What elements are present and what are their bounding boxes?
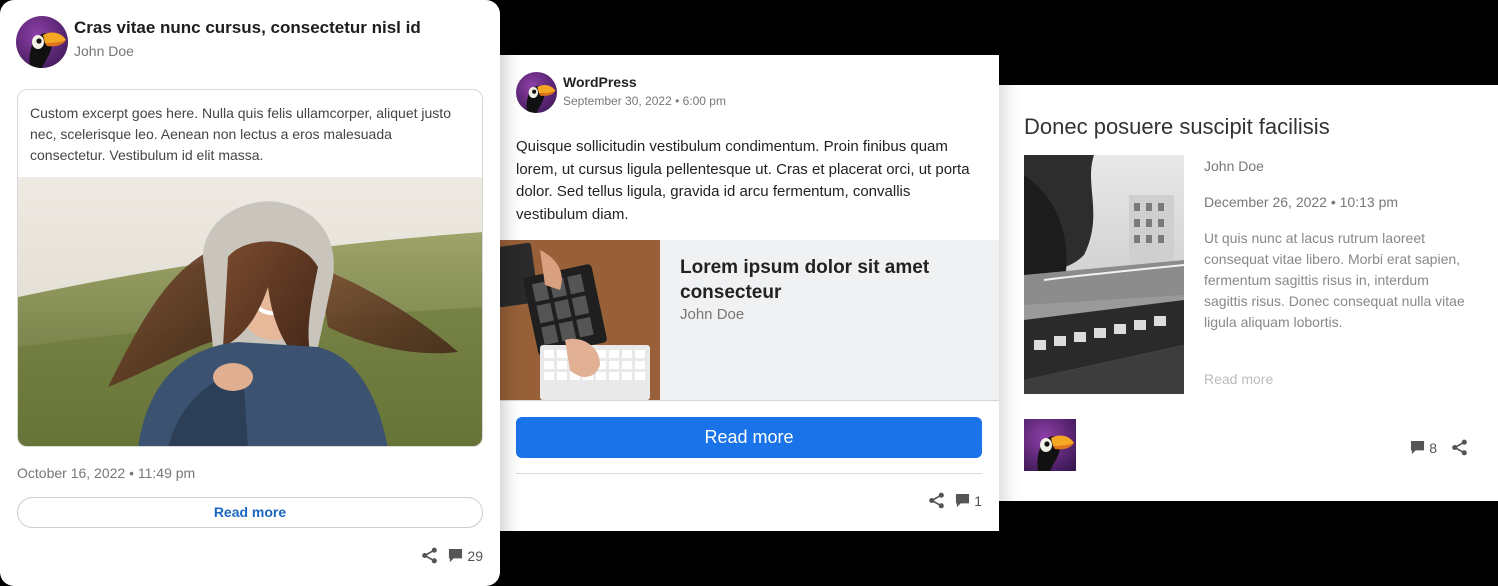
comment-icon: [955, 493, 970, 508]
post-content-box: Custom excerpt goes here. Nulla quis fel…: [17, 89, 483, 447]
embed-image: [500, 240, 660, 400]
divider: [516, 473, 982, 474]
post-date: September 30, 2022 • 6:00 pm: [563, 94, 726, 108]
toucan-avatar[interactable]: [516, 72, 557, 113]
read-more-button[interactable]: Read more: [516, 417, 982, 458]
post-title[interactable]: Cras vitae nunc cursus, consectetur nisl…: [74, 18, 421, 38]
comment-icon: [448, 548, 463, 563]
post-actions: 29: [421, 547, 483, 564]
comment-count: 29: [467, 547, 483, 564]
share-icon[interactable]: [1451, 439, 1468, 456]
comment-count: 1: [974, 492, 982, 509]
read-more-button[interactable]: Read more: [17, 497, 483, 528]
comments-link[interactable]: 1: [955, 493, 982, 509]
post-excerpt: Ut quis nunc at lacus rutrum laoreet con…: [1204, 230, 1465, 330]
post-excerpt: Custom excerpt goes here. Nulla quis fel…: [30, 105, 451, 163]
post-title[interactable]: Donec posuere suscipit facilisis: [1024, 114, 1330, 140]
comments-link[interactable]: 29: [448, 548, 483, 564]
post-featured-image[interactable]: [18, 177, 482, 446]
share-icon[interactable]: [421, 547, 438, 564]
toucan-avatar[interactable]: [1024, 419, 1076, 471]
post-author[interactable]: John Doe: [1204, 158, 1264, 174]
embed-title[interactable]: Lorem ipsum dolor sit amet consecteur: [680, 255, 970, 305]
post-card-2: WordPress September 30, 2022 • 6:00 pm Q…: [500, 55, 999, 531]
post-date: December 26, 2022 • 10:13 pm: [1204, 194, 1399, 210]
post-actions: 1: [928, 492, 982, 509]
share-icon[interactable]: [928, 492, 945, 509]
post-actions: 8: [1410, 439, 1468, 456]
comment-icon: [1410, 440, 1425, 455]
post-featured-image[interactable]: [1024, 155, 1184, 394]
post-text: Quisque sollicitudin vestibulum condimen…: [516, 138, 970, 223]
embed-author: John Doe: [680, 306, 745, 323]
comments-link[interactable]: 8: [1410, 440, 1437, 456]
post-card-3: Donec posuere suscipit facilisis John Do…: [999, 85, 1498, 501]
post-date: October 16, 2022 • 11:49 pm: [17, 465, 196, 481]
comment-count: 8: [1429, 439, 1437, 456]
link-embed[interactable]: Lorem ipsum dolor sit amet consecteur Jo…: [500, 240, 999, 401]
toucan-avatar[interactable]: [16, 16, 68, 68]
post-author[interactable]: WordPress: [563, 74, 637, 90]
read-more-link[interactable]: Read more: [1204, 371, 1273, 387]
post-author[interactable]: John Doe: [74, 43, 134, 59]
post-card-1: Cras vitae nunc cursus, consectetur nisl…: [0, 0, 500, 586]
